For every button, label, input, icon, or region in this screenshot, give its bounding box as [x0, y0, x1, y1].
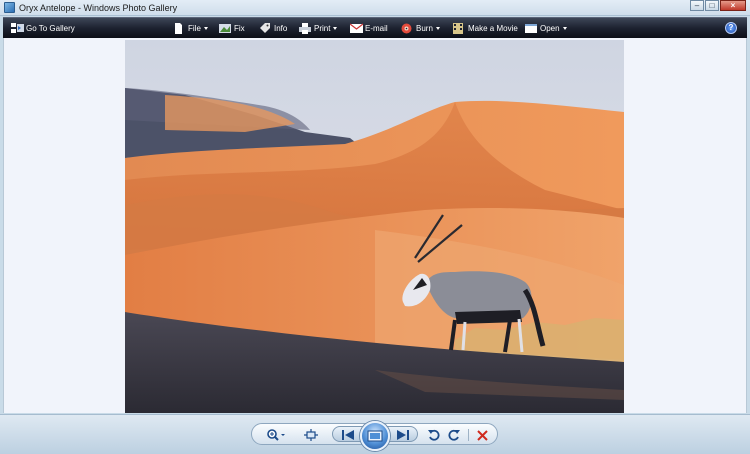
chevron-down-icon: [435, 27, 440, 30]
slideshow-icon: [367, 430, 383, 442]
rotate-counterclockwise-icon: [428, 429, 440, 441]
chevron-down-icon: [333, 27, 338, 30]
oryx-antelope-photo: [125, 40, 624, 413]
fix-button[interactable]: Fix: [219, 18, 245, 39]
command-toolbar: Go To Gallery File Fix Info Print E-mail: [3, 17, 747, 38]
window-controls: – □ ×: [689, 0, 746, 12]
email-button[interactable]: E-mail: [349, 18, 388, 39]
info-tag-icon: [259, 23, 270, 34]
previous-button[interactable]: [338, 427, 358, 443]
rotate-clockwise-button[interactable]: [446, 427, 462, 443]
printer-icon: [299, 23, 311, 34]
file-icon: [173, 23, 184, 34]
chevron-down-icon: [203, 27, 208, 30]
fix-icon: [219, 23, 231, 34]
open-label: Open: [540, 24, 560, 33]
info-label: Info: [274, 24, 288, 33]
gallery-icon: [11, 23, 24, 34]
go-to-gallery-label: Go To Gallery: [26, 24, 75, 33]
burn-disc-icon: [401, 23, 412, 34]
next-button[interactable]: [393, 427, 413, 443]
open-menu[interactable]: Open: [525, 18, 567, 39]
rotate-counterclockwise-button[interactable]: [426, 427, 442, 443]
maximize-button[interactable]: □: [705, 0, 719, 11]
delete-button[interactable]: [474, 427, 490, 443]
file-menu[interactable]: File: [173, 18, 208, 39]
minimize-button[interactable]: –: [690, 0, 704, 11]
photo-gallery-app-icon: [4, 2, 15, 13]
chevron-down-icon: [562, 27, 567, 30]
print-label: Print: [314, 24, 331, 33]
film-icon: [453, 23, 464, 34]
title-bar[interactable]: Oryx Antelope - Windows Photo Gallery – …: [0, 0, 750, 16]
navigation-controls: [251, 421, 498, 451]
file-label: File: [188, 24, 201, 33]
fix-label: Fix: [234, 24, 245, 33]
zoom-icon: [267, 429, 285, 441]
make-a-movie-button[interactable]: Make a Movie: [453, 18, 518, 39]
previous-icon: [342, 430, 354, 440]
close-icon: ×: [730, 1, 736, 10]
info-button[interactable]: Info: [259, 18, 287, 39]
zoom-button[interactable]: [266, 427, 288, 443]
close-button[interactable]: ×: [720, 0, 746, 11]
go-to-gallery-button[interactable]: Go To Gallery: [11, 18, 75, 39]
play-slideshow-button[interactable]: [360, 421, 390, 451]
actual-size-icon: [304, 429, 318, 441]
burn-label: Burn: [416, 24, 433, 33]
make-a-movie-label: Make a Movie: [468, 24, 518, 33]
email-icon: [349, 23, 364, 34]
maximize-icon: □: [709, 1, 715, 10]
email-label: E-mail: [365, 24, 388, 33]
burn-menu[interactable]: Burn: [401, 18, 440, 39]
next-icon: [397, 430, 409, 440]
open-window-icon: [525, 23, 537, 34]
actual-size-button[interactable]: [302, 427, 320, 443]
control-separator: [468, 429, 469, 441]
playback-control-bar: [0, 414, 750, 454]
window-title: Oryx Antelope - Windows Photo Gallery: [19, 3, 178, 13]
print-menu[interactable]: Print: [299, 18, 338, 39]
help-icon[interactable]: ?: [725, 22, 737, 34]
delete-icon: [476, 429, 488, 441]
minimize-icon: –: [694, 1, 700, 10]
rotate-clockwise-icon: [448, 429, 460, 441]
